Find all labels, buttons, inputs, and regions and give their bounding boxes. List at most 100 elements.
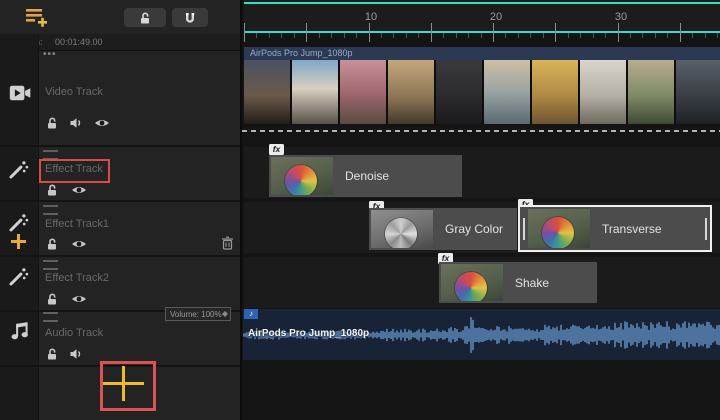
ruler-tick bbox=[692, 33, 693, 38]
ruler-tick bbox=[605, 33, 606, 38]
ruler-tick bbox=[256, 33, 257, 38]
effect1-lock-icon[interactable] bbox=[45, 237, 59, 251]
film-frame bbox=[628, 60, 674, 124]
effect-track-label[interactable]: Effect Track bbox=[45, 163, 103, 175]
effect-track2-icon bbox=[8, 266, 29, 287]
video-clip-title: AirPods Pro Jump_1080p bbox=[244, 47, 720, 60]
ruler-tick bbox=[580, 33, 581, 38]
ruler-tick bbox=[717, 33, 718, 38]
effect-clip-label: Shake bbox=[515, 276, 549, 290]
effect-clip-gray-color[interactable]: Gray Color bbox=[369, 208, 517, 250]
effect-lock-icon[interactable] bbox=[45, 183, 59, 197]
ruler-tick bbox=[269, 33, 270, 38]
ruler-tick bbox=[593, 33, 594, 38]
video-track-drag-handle[interactable]: ••• bbox=[43, 52, 57, 58]
ruler-tick bbox=[381, 33, 382, 38]
film-frame bbox=[244, 60, 290, 124]
audio-lock-icon[interactable] bbox=[45, 347, 59, 361]
ruler-tick bbox=[642, 33, 643, 38]
effect-track-icon bbox=[8, 159, 29, 180]
effect2-lock-icon[interactable] bbox=[45, 292, 59, 306]
ruler-tick bbox=[393, 33, 394, 38]
timeline-toolbar bbox=[0, 0, 240, 35]
video-clip[interactable]: AirPods Pro Jump_1080p bbox=[244, 47, 720, 124]
ruler-tick bbox=[505, 33, 506, 38]
volume-down-arrow-icon[interactable] bbox=[222, 314, 228, 317]
audio-track-label[interactable]: Audio Track bbox=[45, 327, 103, 339]
ruler-tick bbox=[294, 33, 295, 38]
row-separator bbox=[0, 200, 240, 202]
delete-track-trash-icon[interactable] bbox=[221, 236, 234, 250]
audio-track-icon bbox=[9, 319, 29, 341]
ruler-tick bbox=[281, 33, 282, 38]
snap-magnet-button[interactable] bbox=[172, 8, 208, 27]
effect-track1-label[interactable]: Effect Track1 bbox=[45, 218, 109, 230]
ruler-tick bbox=[667, 33, 668, 38]
ruler-tick bbox=[493, 23, 494, 42]
film-frame bbox=[388, 60, 434, 124]
video-track-icon bbox=[9, 85, 31, 101]
video-clip-filmstrip bbox=[244, 60, 720, 124]
ruler-tick bbox=[655, 33, 656, 38]
audio-clip[interactable]: ♪ AirPods Pro Jump_1080p bbox=[243, 309, 720, 360]
effect-track2-drag-handle[interactable] bbox=[43, 260, 58, 270]
film-frame bbox=[580, 60, 626, 124]
effect1-visibility-eye-icon[interactable] bbox=[71, 238, 87, 250]
video-track-label[interactable]: Video Track bbox=[45, 86, 103, 98]
effect-clip-shake[interactable]: Shake bbox=[439, 262, 597, 303]
ruler-tick bbox=[406, 33, 407, 38]
ruler-tick bbox=[530, 33, 531, 38]
row-separator bbox=[0, 145, 240, 147]
add-new-track-plus-button[interactable] bbox=[122, 366, 125, 401]
ruler-tick bbox=[618, 23, 619, 42]
row-separator bbox=[0, 255, 240, 257]
clip-trim-handle-left[interactable] bbox=[523, 218, 525, 240]
ruler-tick bbox=[543, 33, 544, 38]
film-frame bbox=[340, 60, 386, 124]
volume-stepper[interactable]: Volume: 100% bbox=[165, 307, 231, 321]
add-track-icon bbox=[26, 8, 48, 27]
audio-mute-icon[interactable] bbox=[69, 347, 84, 361]
ruler-tick bbox=[705, 33, 706, 38]
video-lock-icon[interactable] bbox=[45, 116, 59, 130]
magnet-icon bbox=[183, 11, 197, 25]
ruler-tick bbox=[319, 33, 320, 38]
clip-trim-handle-right[interactable] bbox=[705, 218, 707, 240]
ruler-tick bbox=[369, 23, 370, 42]
ruler-tick bbox=[431, 23, 432, 42]
video-visibility-eye-icon[interactable] bbox=[94, 117, 110, 129]
add-track-button[interactable] bbox=[26, 8, 48, 27]
video-editor-timeline: Duration: 00:01:49.00 bbox=[0, 0, 720, 420]
ruler-tick bbox=[443, 33, 444, 38]
audio-track-drag-handle[interactable] bbox=[43, 312, 58, 322]
effect-track1-icon bbox=[8, 212, 29, 233]
effect-visibility-eye-icon[interactable] bbox=[71, 184, 87, 196]
effect-track2-label[interactable]: Effect Track2 bbox=[45, 272, 109, 284]
keyframe-dashed-line bbox=[242, 130, 720, 132]
track-header-panel: Duration: 00:01:49.00 bbox=[0, 0, 240, 420]
audio-clip-title: AirPods Pro Jump_1080p bbox=[248, 328, 369, 339]
add-effect-plus-icon[interactable] bbox=[17, 234, 20, 249]
film-frame bbox=[292, 60, 338, 124]
effect2-visibility-eye-icon[interactable] bbox=[71, 293, 87, 305]
lock-toggle-button[interactable] bbox=[124, 8, 166, 27]
film-frame bbox=[676, 60, 720, 124]
video-mute-icon[interactable] bbox=[69, 116, 84, 130]
timeline-area[interactable]: 10 20 30 AirPods Pro Jump_1080p bbox=[240, 0, 720, 420]
effect-clip-transverse-selected[interactable]: Transverse bbox=[518, 205, 712, 252]
effect-clip-label: Transverse bbox=[602, 222, 662, 236]
ruler-tick bbox=[555, 23, 556, 42]
effect-clip-denoise[interactable]: Denoise bbox=[269, 155, 462, 197]
ruler-tick bbox=[456, 33, 457, 38]
ruler-tick bbox=[481, 33, 482, 38]
ruler-ticks bbox=[244, 0, 720, 44]
film-frame bbox=[484, 60, 530, 124]
effect-track1-drag-handle[interactable] bbox=[43, 205, 58, 215]
film-frame bbox=[436, 60, 482, 124]
add-track-highlight-box bbox=[100, 361, 156, 411]
ruler-tick bbox=[344, 33, 345, 38]
duration-value: 00:01:49.00 bbox=[55, 34, 103, 50]
ruler-tick bbox=[244, 23, 245, 42]
ruler-tick bbox=[356, 33, 357, 38]
ruler-tick bbox=[418, 33, 419, 38]
